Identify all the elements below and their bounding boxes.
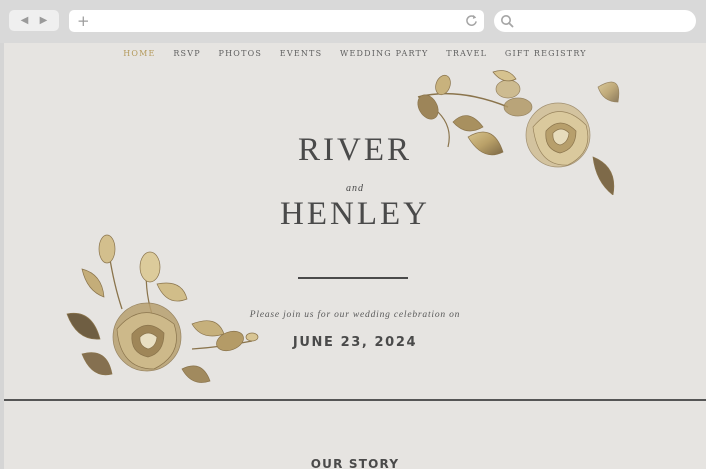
nav-travel[interactable]: TRAVEL [446,49,487,58]
new-tab-icon[interactable]: + [77,12,90,30]
wedding-page: HOME RSVP PHOTOS EVENTS WEDDING PARTY TR… [4,43,706,469]
partner-one-name: RIVER [298,132,412,168]
partner-two-name: HENLEY [280,196,430,232]
nav-wedding-party[interactable]: WEDDING PARTY [340,49,429,58]
forward-arrow-icon[interactable]: ▶ [40,15,48,26]
nav-events[interactable]: EVENTS [280,49,322,58]
nav-photos[interactable]: PHOTOS [219,49,263,58]
and-text: and [346,183,364,194]
reload-icon[interactable] [465,14,478,27]
search-bar[interactable] [494,10,696,32]
site-nav: HOME RSVP PHOTOS EVENTS WEDDING PARTY TR… [4,49,706,58]
history-buttons: ◀ ▶ [9,10,59,31]
top-right-floral-illustration [417,70,620,195]
section-divider [4,399,706,401]
bottom-left-floral-illustration [66,234,259,383]
search-icon [501,15,514,28]
browser-chrome: ◀ ▶ + [0,0,706,43]
nav-home[interactable]: HOME [123,49,155,58]
our-story-heading: OUR STORY [310,457,400,469]
wedding-date: JUNE 23, 2024 [292,335,418,350]
nav-gift-registry[interactable]: GIFT REGISTRY [505,49,587,58]
nav-rsvp[interactable]: RSVP [173,49,200,58]
back-arrow-icon[interactable]: ◀ [21,15,29,26]
invitation-text: Please join us for our wedding celebrati… [249,310,461,320]
address-bar[interactable]: + [69,10,484,32]
title-rule [298,277,408,279]
